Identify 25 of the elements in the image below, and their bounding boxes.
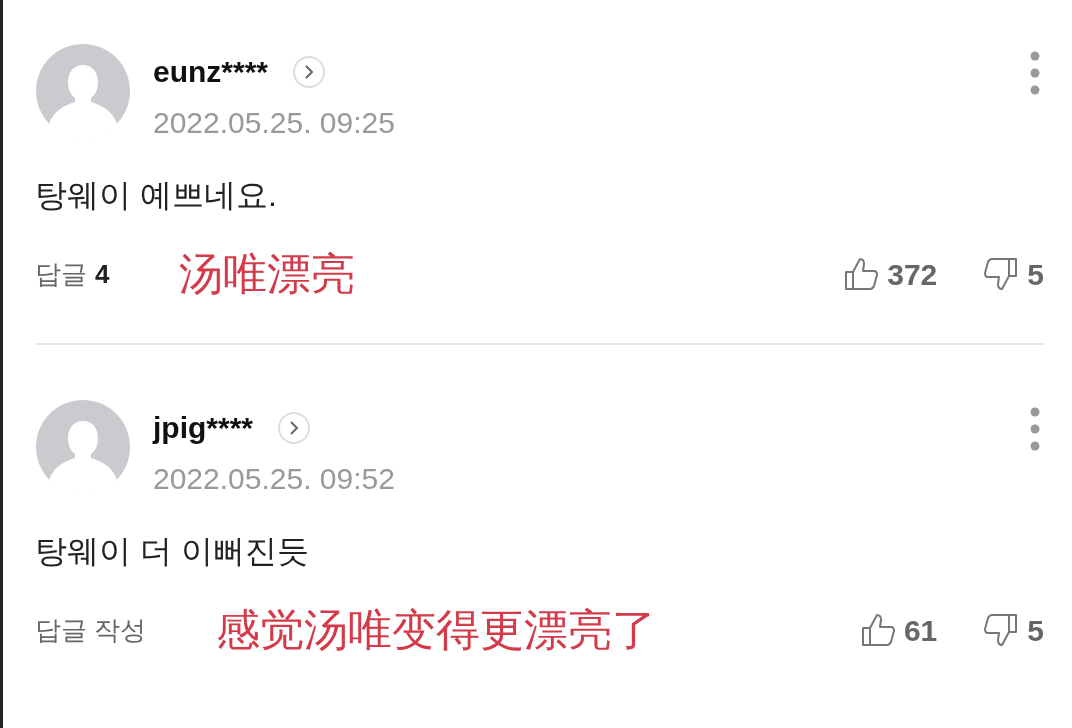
username[interactable]: eunz****: [153, 49, 269, 94]
username[interactable]: jpig****: [153, 405, 254, 450]
thumbs-up-icon[interactable]: [843, 256, 880, 292]
like-count: 61: [903, 612, 938, 649]
translation-caption: 感觉汤唯变得更漂亮了: [216, 604, 657, 656]
comment-date: 2022.05.25. 09:25: [153, 105, 395, 141]
reply-link[interactable]: 답글: [35, 254, 87, 294]
like-count: 372: [887, 256, 938, 293]
reply-count: 4: [95, 257, 110, 291]
thumbs-up-icon[interactable]: [859, 612, 896, 648]
chevron-right-icon[interactable]: [277, 410, 312, 445]
comment-date: 2022.05.25. 09:52: [153, 461, 395, 497]
avatar-icon: [35, 399, 131, 495]
comment-text: 탕웨이 더 이뻐진듯: [35, 532, 310, 571]
more-options-icon[interactable]: [1030, 51, 1040, 95]
thumbs-down-icon[interactable]: [983, 612, 1020, 648]
dislike-count: 5: [1027, 256, 1044, 293]
translation-caption: 汤唯漂亮: [179, 248, 356, 300]
avatar-icon: [35, 43, 131, 139]
reply-link[interactable]: 답글 작성: [35, 610, 147, 650]
more-options-icon[interactable]: [1030, 407, 1040, 451]
chevron-right-icon[interactable]: [292, 54, 327, 89]
dislike-count: 5: [1027, 612, 1044, 649]
comment-text: 탕웨이 예쁘네요.: [35, 176, 278, 215]
thumbs-down-icon[interactable]: [983, 256, 1020, 292]
